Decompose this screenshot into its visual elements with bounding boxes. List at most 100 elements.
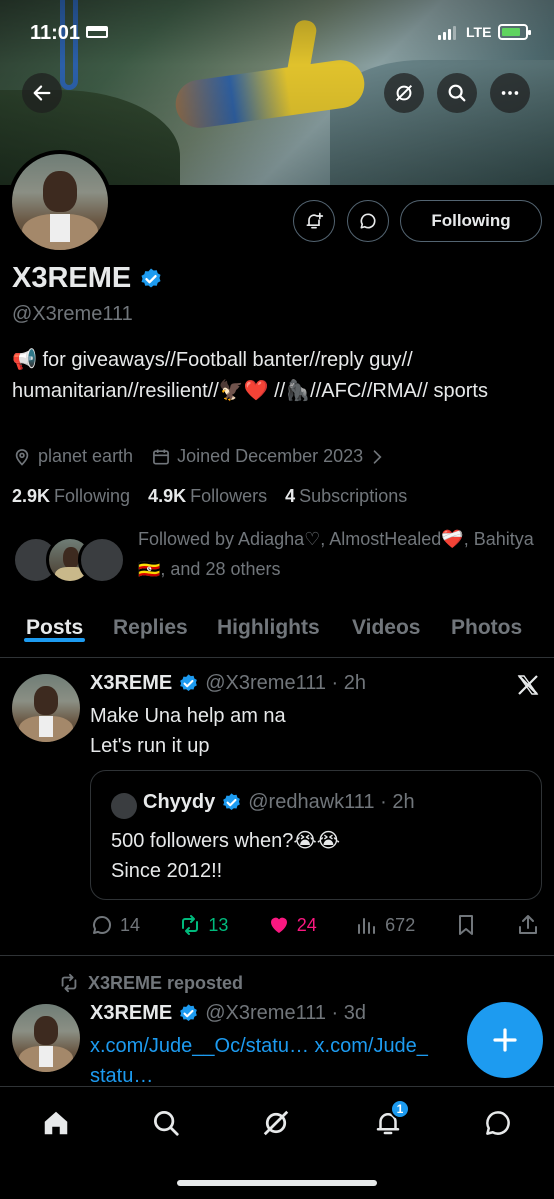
tab-posts[interactable]: Posts [23,610,86,642]
search-button[interactable] [437,73,477,113]
verified-badge-icon [223,793,241,810]
post-link-text[interactable]: x.com/Jude__Oc/statu… x.com/Jude_ statu… [90,1031,470,1091]
calendar-icon [153,449,169,464]
profile-location: planet earth [38,446,134,466]
post-header: X3REME @X3reme111 · 2h [90,672,366,695]
quoted-post[interactable]: Chyydy @redhawk111 · 2h 500 followers wh… [90,770,542,900]
quoted-header: Chyydy @redhawk111 · 2h [143,791,415,814]
repost-label[interactable]: X3REME reposted [88,973,243,994]
subscriptions-count: 4 [285,486,296,506]
tab-photos[interactable]: Photos [451,610,522,640]
repost-button[interactable]: 13 [178,913,228,937]
nav-home[interactable] [38,1105,74,1141]
more-button[interactable] [490,73,530,113]
views-button[interactable]: 672 [355,913,415,937]
home-icon [44,1111,68,1135]
chat-bubble-icon [360,213,376,229]
grok-icon [395,84,413,102]
following-stat[interactable]: 2.9K Following [12,486,130,507]
notifications-bell-button[interactable] [293,200,335,242]
post-text-line: Make Una help am na [90,705,286,727]
profile-avatar[interactable] [8,150,112,254]
profile-handle: @X3reme111 [12,303,133,325]
subscriptions-label: Subscriptions [299,486,408,506]
signal-icon [438,26,456,40]
location-pin-icon [15,448,29,466]
bookmark-button[interactable] [454,913,478,937]
quoted-text-line: 500 followers when?😭😭 [111,830,341,852]
repost-icon [61,973,77,993]
search-icon [154,1111,179,1136]
post-actions: 14 13 24 672 [90,910,540,940]
grok-icon [263,1110,289,1136]
notification-badge: 1 [390,1099,410,1119]
profile-meta: planet earth Joined December 2023 [12,446,393,467]
quoted-author-avatar [111,793,137,819]
chevron-right-icon[interactable] [367,447,387,467]
like-button[interactable]: 24 [267,913,317,937]
repost-count: 13 [208,914,229,935]
share-icon [518,915,537,934]
status-time: 11:01 [30,22,81,44]
post-author-avatar[interactable] [12,674,80,742]
tab-highlights[interactable]: Highlights [217,610,320,640]
sleep-icon [86,26,108,38]
reply-icon [93,915,111,934]
heart-icon [270,917,287,933]
reply-count: 14 [120,914,141,935]
post-divider [0,955,554,956]
post-link-line[interactable]: x.com/Jude__Oc/statu… x.com/Jude_ [90,1031,470,1061]
quoted-text-line: Since 2012!! [111,860,223,882]
status-bar: 11:01 LTE [0,18,554,48]
message-button[interactable] [347,200,389,242]
grok-button[interactable] [384,73,424,113]
post-header: X3REME @X3reme111 · 3d [90,1002,366,1025]
tab-replies[interactable]: Replies [113,610,188,640]
verified-badge-icon [180,674,198,691]
x-logo-icon [517,675,539,695]
followers-stat[interactable]: 4.9K Followers [148,486,267,507]
profile-name-row: X3REME [12,262,163,295]
post-meta: @X3reme111 · 3d [205,1002,367,1024]
nav-search[interactable] [148,1105,184,1141]
profile-name: X3REME [12,262,132,294]
reply-button[interactable]: 14 [90,913,140,937]
nav-grok[interactable] [258,1105,294,1141]
followers-label: Followers [190,486,268,506]
more-icon [501,91,519,95]
quoted-author-name: Chyydy [143,791,216,813]
network-label: LTE [466,24,492,40]
post-text: Make Una help am na Let's run it up [90,701,286,761]
back-button[interactable] [22,73,62,113]
bell-plus-icon [306,212,324,229]
post-author-avatar[interactable] [12,1004,80,1072]
followers-count: 4.9K [148,486,187,506]
post-author-name[interactable]: X3REME [90,1002,172,1025]
battery-icon [498,24,531,40]
follower-avatar[interactable] [78,536,126,584]
subscriptions-stat[interactable]: 4 Subscriptions [285,486,407,507]
nav-messages[interactable] [480,1105,516,1141]
share-button[interactable] [516,913,540,937]
following-count: 2.9K [12,486,51,506]
profile-tabs: Posts Replies Highlights Videos Photos [0,610,554,658]
search-icon [448,84,466,102]
quoted-meta: @redhawk111 · 2h [248,791,415,813]
compose-button[interactable] [467,1002,543,1078]
followed-by-text[interactable]: Followed by Adiagha♡, AlmostHealed❤️‍🩹, … [138,524,538,584]
post-text-line: Let's run it up [90,735,210,757]
views-chart-icon [358,918,376,934]
following-label: Following [54,486,131,506]
verified-badge-icon[interactable] [139,267,163,291]
following-button[interactable]: Following [400,200,542,242]
plus-icon [493,1028,517,1052]
views-count: 672 [385,914,416,935]
profile-joined[interactable]: Joined December 2023 [177,446,363,467]
bookmark-icon [458,915,473,935]
home-indicator[interactable] [177,1180,377,1186]
profile-stats: 2.9K Following 4.9K Followers 4 Subscriptio… [12,486,407,507]
tab-videos[interactable]: Videos [352,610,420,640]
nav-notifications[interactable]: 1 [370,1099,410,1141]
repost-indicator: X3REME reposted [58,972,243,994]
post-author-name[interactable]: X3REME [90,672,172,695]
